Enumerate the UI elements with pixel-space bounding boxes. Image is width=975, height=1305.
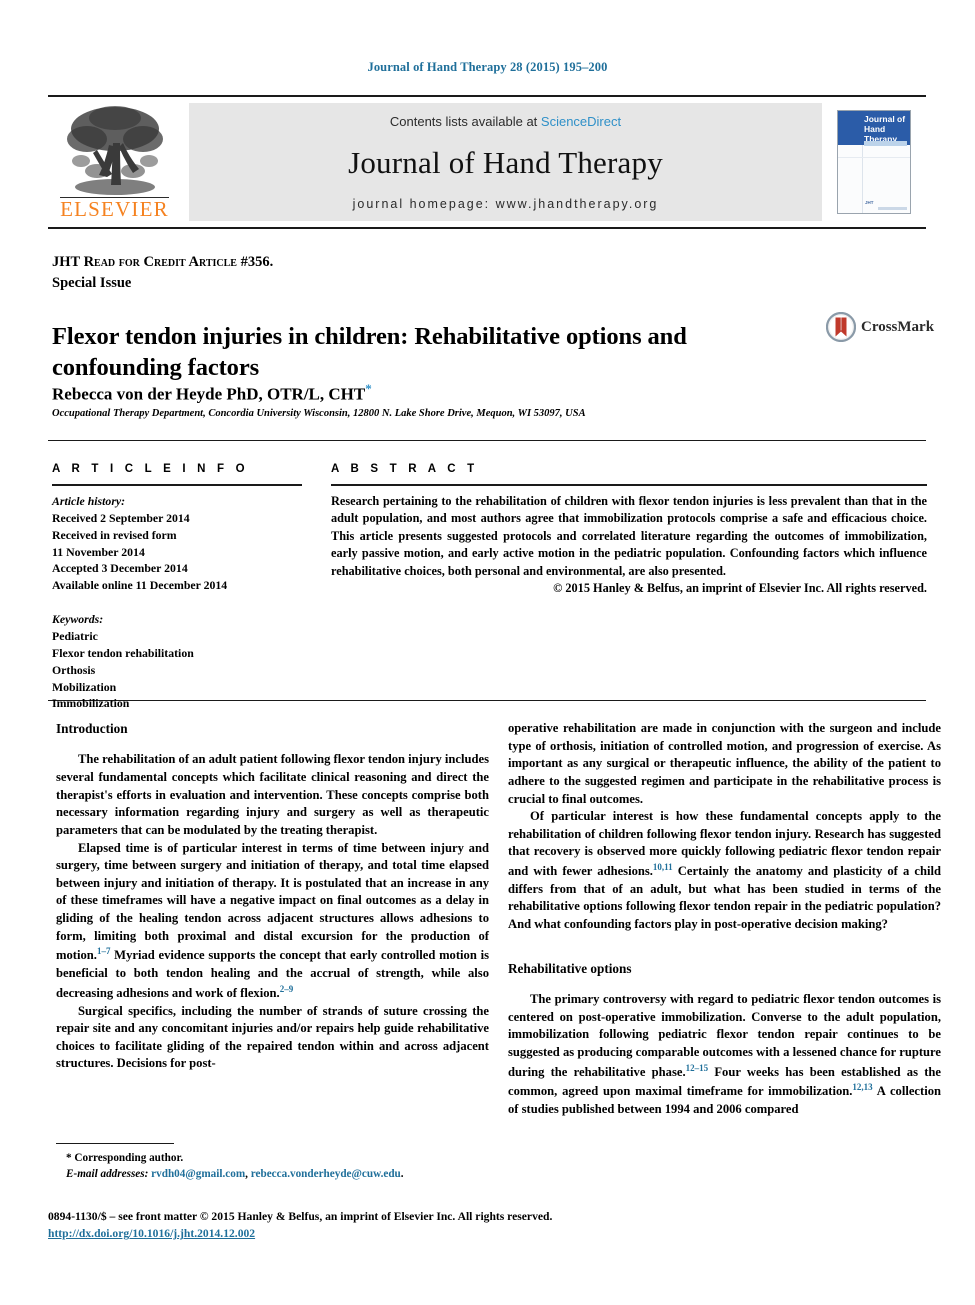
paragraph-text: Elapsed time is of particular interest i…	[56, 840, 489, 963]
article-history: Article history: Received 2 September 20…	[52, 493, 302, 594]
abstract-text: Research pertaining to the rehabilitatio…	[331, 494, 927, 578]
journal-masthead: ELSEVIER Contents lists available at Sci…	[48, 95, 926, 229]
elsevier-wordmark: ELSEVIER	[60, 197, 169, 221]
history-item: Received 2 September 2014	[52, 510, 190, 525]
cover-footer-bar	[878, 207, 907, 210]
body-column-right: operative rehabilitation are made in con…	[508, 720, 941, 1119]
journal-article-page: Journal of Hand Therapy 28 (2015) 195–20…	[0, 0, 975, 1305]
keywords-label: Keywords:	[52, 612, 104, 627]
history-item: Received in revised form	[52, 527, 177, 542]
issn-copyright-line: 0894-1130/$ – see front matter © 2015 Ha…	[48, 1210, 553, 1223]
email-period: .	[400, 1168, 404, 1181]
citation-ref[interactable]: 12,13	[852, 1082, 872, 1092]
footnote-rule	[56, 1143, 174, 1144]
history-item: 11 November 2014	[52, 544, 145, 559]
footnote-block: * Corresponding author. E-mail addresses…	[56, 1143, 489, 1182]
keyword-item: Orthosis	[52, 662, 96, 677]
keyword-item: Flexor tendon rehabilitation	[52, 645, 194, 660]
section-heading-rehabilitative-options: Rehabilitative options	[508, 960, 632, 976]
author-list: Rebecca von der Heyde PhD, OTR/L, CHT*	[52, 381, 752, 405]
crossmark-icon	[826, 312, 856, 342]
abstract-block: A B S T R A C T Research pertaining to t…	[331, 463, 927, 596]
corresponding-author-marker: *	[365, 381, 372, 396]
email-link-2[interactable]: rebecca.vonderheyde@cuw.edu	[251, 1168, 401, 1180]
body-column-left: Introduction The rehabilitation of an ad…	[56, 720, 489, 1073]
article-info-divider	[52, 484, 302, 486]
footnote-text: * Corresponding author. E-mail addresses…	[56, 1150, 489, 1182]
keyword-item: Mobilization	[52, 679, 117, 694]
masthead-center: Contents lists available at ScienceDirec…	[189, 103, 822, 221]
contents-prefix: Contents lists available at	[389, 113, 541, 129]
doi-link[interactable]: http://dx.doi.org/10.1016/j.jht.2014.12.…	[48, 1227, 255, 1240]
article-info-block: A R T I C L E I N F O Article history: R…	[52, 463, 302, 712]
corresponding-author-note: * Corresponding author.	[66, 1152, 184, 1164]
paragraph: Of particular interest is how these fund…	[508, 808, 941, 934]
paragraph: The rehabilitation of an adult patient f…	[56, 752, 489, 837]
jht-read-for-credit-line: JHT Read for Credit Article #356.	[52, 254, 274, 270]
cover-title: Journal of Hand Therapy	[864, 114, 910, 144]
citation-ref[interactable]: 1–7	[97, 946, 111, 956]
citation-ref[interactable]: 2–9	[280, 984, 294, 994]
section-heading-introduction: Introduction	[56, 721, 128, 736]
cover-rule	[864, 141, 907, 146]
crossmark-badge[interactable]: CrossMark	[826, 312, 934, 342]
running-head: Journal of Hand Therapy 28 (2015) 195–20…	[367, 60, 608, 74]
crossmark-label: CrossMark	[861, 318, 935, 335]
elsevier-logo: ELSEVIER	[48, 97, 181, 227]
contents-available-line: Contents lists available at ScienceDirec…	[390, 114, 621, 129]
abstract-heading: A B S T R A C T	[331, 463, 479, 475]
keyword-item: Pediatric	[52, 629, 98, 644]
cover-footer-mark: JHT	[865, 200, 874, 205]
article-info-heading: A R T I C L E I N F O	[52, 463, 249, 475]
paragraph: operative rehabilitation are made in con…	[508, 721, 941, 806]
keyword-item: Immobilization	[52, 696, 130, 711]
abstract-copyright: © 2015 Hanley & Belfus, an imprint of El…	[553, 581, 927, 596]
cover-image: Journal of Hand Therapy JHT	[837, 110, 911, 214]
citation-ref[interactable]: 12–15	[686, 1063, 709, 1073]
article-history-label: Article history:	[52, 494, 126, 508]
history-item: Available online 11 December 2014	[52, 578, 228, 593]
paragraph-text: Myriad evidence supports the concept tha…	[56, 948, 489, 1000]
email-line: E-mail addresses: rvdh04@gmail.com, rebe…	[66, 1166, 489, 1182]
special-issue-line: Special Issue	[52, 275, 132, 292]
info-section-top-rule	[48, 440, 926, 441]
page-footer: 0894-1130/$ – see front matter © 2015 Ha…	[48, 1208, 926, 1243]
author-name: Rebecca von der Heyde PhD, OTR/L, CHT	[52, 384, 366, 404]
paragraph: The primary controversy with regard to p…	[508, 991, 941, 1119]
journal-cover-thumbnail: Journal of Hand Therapy JHT	[822, 97, 926, 227]
article-category-label: JHT Read for Credit Article #356. Specia…	[52, 252, 273, 294]
page-title: Flexor tendon injuries in children: Reha…	[52, 323, 687, 382]
journal-title: Journal of Hand Therapy	[348, 144, 663, 180]
elsevier-tree-icon	[66, 106, 163, 195]
keywords-block: Keywords: Pediatric Flexor tendon rehabi…	[52, 611, 302, 712]
email-link-1[interactable]: rvdh04@gmail.com	[151, 1168, 245, 1180]
sciencedirect-link[interactable]: ScienceDirect	[541, 114, 621, 129]
cover-vertical-line	[862, 145, 863, 213]
journal-homepage[interactable]: journal homepage: www.jhandtherapy.org	[353, 197, 659, 211]
abstract-divider	[331, 484, 927, 486]
history-item: Accepted 3 December 2014	[52, 561, 188, 576]
paragraph: Elapsed time is of particular interest i…	[56, 840, 489, 1003]
author-affiliation: Occupational Therapy Department, Concord…	[52, 408, 586, 419]
paragraph: Surgical specifics, including the number…	[56, 1003, 489, 1071]
citation-ref[interactable]: 10,11	[653, 862, 673, 872]
email-label: E-mail addresses:	[66, 1168, 149, 1181]
cover-horizontal-line	[838, 157, 910, 158]
